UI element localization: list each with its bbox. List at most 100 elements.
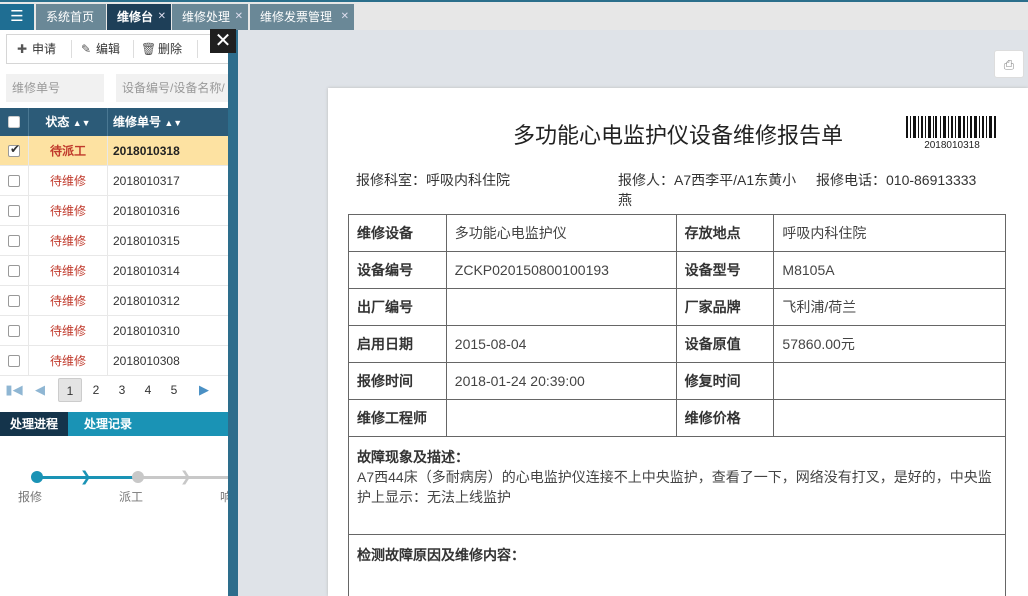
toolbar: ✚ 申请 ✎ 编辑 🗑 删除 [6,34,228,64]
row-status: 待维修 [28,226,108,256]
row-checkbox[interactable] [8,235,20,247]
first-page-icon[interactable]: ▮◀ [2,378,26,402]
table-row[interactable]: 待维修 2018010312 [0,286,228,316]
close-tab-icon[interactable]: ✕ [235,4,243,30]
row-checkbox[interactable] [8,295,20,307]
pagination: ▮◀ ◀ 1 2 3 4 5 ▶ [0,376,228,404]
edit-button[interactable]: ✎ 编辑 [79,35,120,63]
table-row[interactable]: 待维修 2018010316 [0,196,228,226]
tab-invoice[interactable]: 维修发票管理 ✕ [250,4,354,30]
chevron-right-icon: ❯ [80,468,92,484]
status-column-header[interactable]: 状态 ▲▼ [28,108,108,136]
process-tabs: 处理进程 处理记录 [0,412,228,436]
step-label: 报修 [18,490,43,504]
table-row[interactable]: 待维修 2018010314 [0,256,228,286]
field-value: 飞利浦/荷兰 [773,288,1006,326]
field-label: 出厂编号 [348,288,447,326]
row-checkbox[interactable] [8,355,20,367]
row-status: 待维修 [28,196,108,226]
tab-process-progress[interactable]: 处理进程 [0,412,69,436]
tab-repair-process[interactable]: 维修处理 ✕ [172,4,248,30]
repair-no-search-input[interactable]: 维修单号 [6,74,104,102]
field-label: 存放地点 [675,214,775,252]
row-repair-no: 2018010312 [113,294,180,308]
plus-icon: ✚ [16,42,28,56]
row-repair-no: 2018010317 [113,174,180,188]
row-repair-no: 2018010308 [113,354,180,368]
table-row[interactable]: 待维修 2018010308 [0,346,228,376]
row-status: 待派工 [28,136,108,166]
row-checkbox[interactable] [8,265,20,277]
repair-list-panel: ✚ 申请 ✎ 编辑 🗑 删除 维修单号 设备编号/设备名称/ 状态 ▲▼ 维修单号 ▲… [0,30,228,596]
table-row: 报修时间 2018-01-24 20:39:00 修复时间 [348,362,1006,400]
tab-label: 系统首页 [46,10,95,24]
trash-icon: 🗑 [141,42,157,56]
top-tab-bar: ☰ 系统首页 维修台 ✕ 维修处理 ✕ 维修发票管理 ✕ [0,0,1028,30]
table-row[interactable]: ✔ 待派工 2018010318 [0,136,228,166]
field-label: 报修时间 [348,362,447,400]
row-repair-no: 2018010315 [113,234,180,248]
step-dot-report [31,471,43,483]
row-checkbox[interactable] [8,175,20,187]
report-document: 多功能心电监护仪设备维修报告单 2018010318 报修科室：呼吸内科住院 报… [328,88,1028,596]
close-tab-icon[interactable]: ✕ [341,4,349,30]
row-repair-no: 2018010318 [113,144,180,158]
apply-label: 申请 [32,42,57,56]
row-repair-no: 2018010310 [113,324,180,338]
page-1-button[interactable]: 1 [58,378,82,402]
page-3-button[interactable]: 3 [110,378,134,402]
barcode-icon [906,116,996,138]
field-label: 修复时间 [675,362,775,400]
row-checkbox[interactable] [8,205,20,217]
table-row[interactable]: 待维修 2018010310 [0,316,228,346]
row-status: 待维修 [28,166,108,196]
page-2-button[interactable]: 2 [84,378,108,402]
table-row[interactable]: 待维修 2018010315 [0,226,228,256]
close-panel-button[interactable]: ✕ [210,29,236,53]
page-4-button[interactable]: 4 [136,378,160,402]
next-page-icon[interactable]: ▶ [192,378,216,402]
print-button[interactable]: ⎙ [994,50,1024,78]
field-label: 设备编号 [348,251,447,289]
row-repair-no: 2018010316 [113,204,180,218]
row-checkbox[interactable] [8,325,20,337]
device-search-input[interactable]: 设备编号/设备名称/ [116,74,228,102]
tab-repair-desk[interactable]: 维修台 ✕ [107,4,171,30]
tab-label: 维修台 [117,10,154,24]
repair-no-column-header[interactable]: 维修单号 ▲▼ [113,108,182,136]
apply-button[interactable]: ✚ 申请 [15,35,56,63]
field-value: 多功能心电监护仪 [445,214,677,252]
cause-label: 检测故障原因及维修内容： [357,547,525,563]
overlay-edge [228,30,238,596]
field-label: 维修价格 [675,399,775,437]
table-row: 检测故障原因及维修内容： [348,534,1006,596]
tab-process-records[interactable]: 处理记录 [74,412,142,436]
field-label: 设备型号 [675,251,775,289]
table-row: 维修工程师 维修价格 [348,399,1006,437]
table-row[interactable]: 待维修 2018010317 [0,166,228,196]
page-5-button[interactable]: 5 [162,378,186,402]
divider [197,40,198,58]
fault-cell: 故障现象及描述： A7西44床（多耐病房）的心电监护仪连接不上中央监护，查看了一… [348,436,1006,535]
table-row: 出厂编号 厂家品牌 飞利浦/荷兰 [348,288,1006,326]
sort-icon: ▲▼ [72,118,91,128]
menu-icon[interactable]: ☰ [0,4,34,30]
prev-page-icon[interactable]: ◀ [28,378,52,402]
row-checkbox[interactable]: ✔ [8,142,20,157]
row-repair-no: 2018010314 [113,264,180,278]
field-value: 57860.00元 [773,325,1006,363]
divider [71,40,72,58]
tab-home[interactable]: 系统首页 [36,4,106,30]
repair-no-header-label: 维修单号 [113,115,162,129]
field-value [445,288,677,326]
tab-label: 维修处理 [182,10,231,24]
field-value [773,362,1006,400]
select-all-checkbox[interactable] [8,116,20,128]
fault-description: A7西44床（多耐病房）的心电监护仪连接不上中央监护，查看了一下，网络没有打叉，… [357,469,992,505]
table-row: 启用日期 2015-08-04 设备原值 57860.00元 [348,325,1006,363]
report-preview-panel: ⎙ 多功能心电监护仪设备维修报告单 2018010318 报修科室：呼吸内科住院… [238,30,1028,596]
close-tab-icon[interactable]: ✕ [158,4,166,30]
row-status: 待维修 [28,346,108,376]
field-value: M8105A [773,251,1006,289]
delete-button[interactable]: 🗑 删除 [141,35,182,63]
